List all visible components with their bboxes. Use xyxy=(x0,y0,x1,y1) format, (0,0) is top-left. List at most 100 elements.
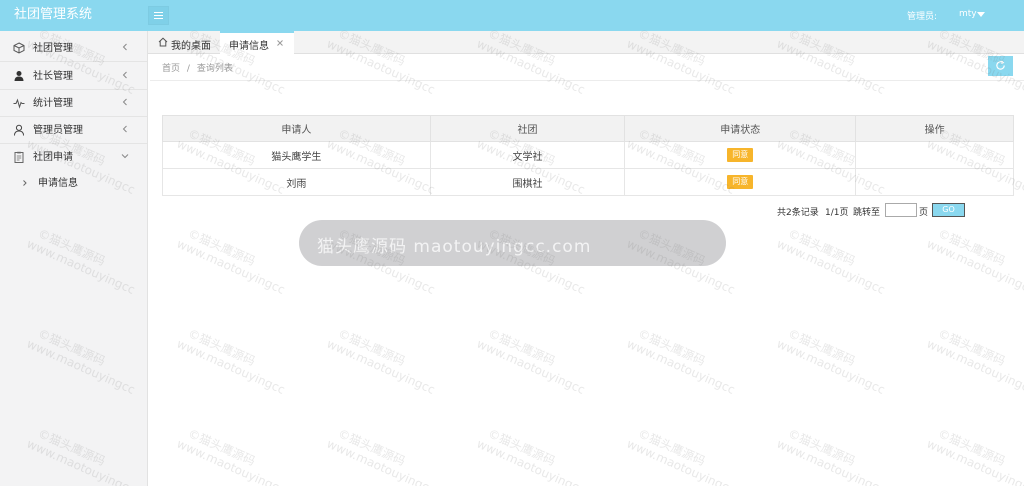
watermark-line2: www.maotouyingcc.com xyxy=(474,336,593,397)
tab-home-label: 我的桌面 xyxy=(171,41,211,52)
clipboard-icon xyxy=(14,151,24,163)
watermark-line2: www.maotouyingcc.com xyxy=(774,336,893,397)
tab-home[interactable]: 我的桌面 xyxy=(148,31,218,54)
watermark-line2: www.maotouyingcc.com xyxy=(924,336,1024,397)
cell-status: 同意 xyxy=(624,141,857,169)
watermark-line1: ©猫头鹰源码 xyxy=(935,326,1008,369)
cell-club: 围棋社 xyxy=(429,168,626,196)
watermark-line1: ©猫头鹰源码 xyxy=(785,226,858,269)
user-outline-icon xyxy=(14,124,24,136)
sidebar-item-label: 管理员管理 xyxy=(33,125,83,136)
sidebar-item-label: 统计管理 xyxy=(33,98,73,109)
breadcrumb-current: 查询列表 xyxy=(196,64,233,74)
cell-applicant: 猫头鹰学生 xyxy=(162,141,431,169)
cell-action xyxy=(855,141,1014,169)
chevron-left-icon xyxy=(122,43,127,51)
sidebar-item-club-management[interactable]: 社团管理 xyxy=(0,35,147,62)
watermark-text: ©猫头鹰源码www.maotouyingcc.com xyxy=(294,310,443,397)
watermark-text: ©猫头鹰源码www.maotouyingcc.com xyxy=(744,310,893,397)
pagination-pages: 1/1页 xyxy=(825,208,849,218)
sidebar-item-label: 社团申请 xyxy=(33,152,73,163)
home-icon xyxy=(158,37,168,47)
column-header-club: 社团 xyxy=(429,115,626,142)
watermark-line2: www.maotouyingcc.com xyxy=(174,436,293,486)
sidebar-item-admin-management[interactable]: 管理员管理 xyxy=(0,117,147,144)
user-solid-icon xyxy=(14,71,24,81)
watermark-text: ©猫头鹰源码www.maotouyingcc.com xyxy=(294,410,442,486)
cell-applicant: 刘雨 xyxy=(162,168,431,196)
sidebar-subitem-application-info[interactable]: 申请信息 xyxy=(0,170,147,198)
table-header-row: 申请人 社团 申请状态 操作 xyxy=(162,115,1014,142)
chevron-down-icon xyxy=(121,154,129,159)
watermark-line1: ©猫头鹰源码 xyxy=(635,326,708,369)
watermark-line2: www.maotouyingcc.com xyxy=(924,236,1024,297)
menu-toggle-button[interactable] xyxy=(148,6,169,25)
sidebar-item-statistics[interactable]: 统计管理 xyxy=(0,90,147,117)
watermark-line1: ©猫头鹰源码 xyxy=(185,326,258,369)
cell-status: 同意 xyxy=(624,168,857,196)
watermark-text: ©猫头鹰源码www.maotouyingcc.com xyxy=(144,410,292,486)
sidebar-subitem-label: 申请信息 xyxy=(38,178,78,189)
breadcrumb-separator: / xyxy=(186,64,190,74)
go-button[interactable]: GO xyxy=(932,203,965,217)
breadcrumb: 首页 / 查询列表 xyxy=(162,61,237,74)
watermark-text: ©猫头鹰源码www.maotouyingcc.com xyxy=(744,410,892,486)
table-row: 猫头鹰学生 文学社 同意 xyxy=(162,141,1014,169)
watermark-text: ©猫头鹰源码www.maotouyingcc.com xyxy=(444,310,593,397)
watermark-line1: ©猫头鹰源码 xyxy=(935,426,1008,469)
refresh-icon xyxy=(996,60,1005,70)
watermark-text: ©猫头鹰源码www.maotouyingcc.com xyxy=(144,310,292,396)
watermark-text: ©猫头鹰源码www.maotouyingcc.com xyxy=(894,410,1024,486)
watermark-text: ©猫头鹰源码www.maotouyingcc.com xyxy=(144,210,293,297)
status-badge[interactable]: 同意 xyxy=(727,175,754,189)
watermark-text: ©猫头鹰源码www.maotouyingcc.com xyxy=(444,410,592,486)
chevron-left-icon xyxy=(122,98,127,106)
breadcrumb-home[interactable]: 首页 xyxy=(162,64,180,74)
watermark-line1: ©猫头鹰源码 xyxy=(785,326,858,369)
watermark-line1: ©猫头鹰源码 xyxy=(935,226,1008,269)
watermark-text: ©猫头鹰源码www.maotouyingcc.com xyxy=(894,210,1024,297)
sidebar-item-club-application[interactable]: 社团申请 xyxy=(0,144,147,171)
tab-bar: 我的桌面 申请信息 xyxy=(148,31,1024,55)
column-header-status: 申请状态 xyxy=(624,115,857,142)
refresh-button[interactable] xyxy=(988,56,1013,76)
watermark-text: ©猫头鹰源码www.maotouyingcc.com xyxy=(594,310,743,397)
tab-application-info[interactable]: 申请信息 xyxy=(220,31,294,55)
watermark-line2: www.maotouyingcc.com xyxy=(174,236,293,297)
watermark-line1: ©猫头鹰源码 xyxy=(785,426,858,469)
watermark-line1: ©猫头鹰源码 xyxy=(185,426,258,469)
chevron-right-icon xyxy=(23,180,27,186)
watermark-line2: www.maotouyingcc.com xyxy=(774,436,893,486)
admin-name[interactable]: mty xyxy=(959,9,977,19)
status-badge[interactable]: 同意 xyxy=(727,148,754,162)
sidebar-item-president-management[interactable]: 社长管理 xyxy=(0,63,147,90)
pulse-icon xyxy=(13,98,25,109)
watermark-line2: www.maotouyingcc.com xyxy=(324,436,443,486)
sidebar-item-label: 社团管理 xyxy=(33,43,73,54)
app-title: 社团管理系统 xyxy=(14,7,93,22)
watermark-banner: 猫头鹰源码 maotouyingcc.com xyxy=(299,220,726,266)
chevron-left-icon xyxy=(122,125,127,133)
page-jump-input[interactable] xyxy=(885,203,917,217)
watermark-text: ©猫头鹰源码www.maotouyingcc.com xyxy=(594,410,742,486)
pagination-total: 共2条记录 xyxy=(777,208,819,218)
caret-down-icon[interactable] xyxy=(977,12,985,17)
cell-club: 文学社 xyxy=(429,141,626,169)
column-header-applicant: 申请人 xyxy=(162,115,431,142)
watermark-line2: www.maotouyingcc.com xyxy=(774,236,893,297)
watermark-line1: ©猫头鹰源码 xyxy=(485,326,558,369)
hamburger-icon xyxy=(154,12,163,13)
pagination-unit: 页 xyxy=(919,208,929,218)
close-icon[interactable] xyxy=(275,38,285,48)
watermark-line1: ©猫头鹰源码 xyxy=(185,226,258,269)
pagination-jump-label: 跳转至 xyxy=(853,208,881,218)
watermark-text: ©猫头鹰源码www.maotouyingcc.com xyxy=(894,310,1024,397)
cube-icon xyxy=(13,42,25,54)
watermark-line2: www.maotouyingcc.com xyxy=(324,336,443,397)
watermark-banner-text: 猫头鹰源码 maotouyingcc.com xyxy=(317,237,592,257)
watermark-line1: ©猫头鹰源码 xyxy=(335,326,408,369)
column-header-action: 操作 xyxy=(855,115,1014,142)
watermark-line2: www.maotouyingcc.com xyxy=(624,336,743,397)
watermark-line2: www.maotouyingcc.com xyxy=(924,436,1024,486)
watermark-line2: www.maotouyingcc.com xyxy=(624,436,743,486)
